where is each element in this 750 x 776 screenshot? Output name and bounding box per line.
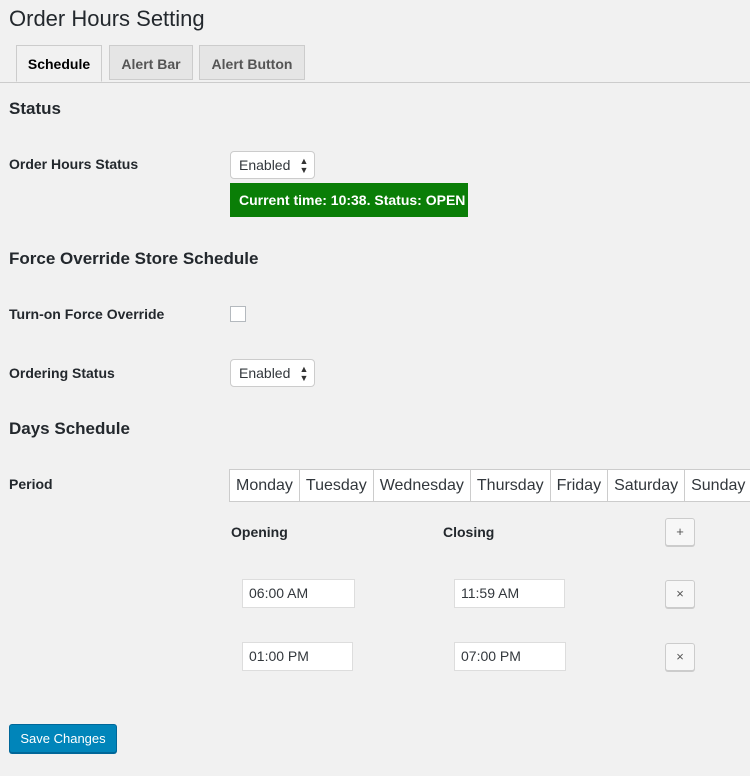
force-override-section-title: Force Override Store Schedule (9, 249, 259, 268)
ordering-status-label: Ordering Status (9, 365, 115, 381)
day-tab-saturday[interactable]: Saturday (607, 470, 684, 501)
tab-schedule[interactable]: Schedule (16, 45, 102, 82)
status-section-title: Status (9, 99, 61, 118)
ordering-status-value: Enabled (239, 365, 291, 381)
select-arrows-icon: ▲ ▼ (299, 364, 309, 383)
opening-column-header: Opening (231, 524, 288, 540)
day-tabs: Monday Tuesday Wednesday Thursday Friday… (229, 469, 750, 502)
closing-time-input[interactable]: 11:59 AM (454, 579, 565, 608)
day-tab-wednesday[interactable]: Wednesday (372, 470, 470, 501)
order-hours-status-select[interactable]: Enabled ▲ ▼ (230, 151, 316, 179)
opening-time-input[interactable]: 01:00 PM (242, 642, 353, 671)
days-schedule-section-title: Days Schedule (9, 419, 130, 438)
force-override-checkbox[interactable] (230, 306, 246, 322)
day-tab-friday[interactable]: Friday (549, 470, 607, 501)
remove-period-button[interactable]: × (665, 580, 695, 608)
force-override-label: Turn-on Force Override (9, 306, 165, 322)
ordering-status-select[interactable]: Enabled ▲ ▼ (230, 359, 316, 387)
order-hours-status-label: Order Hours Status (9, 156, 139, 172)
remove-period-button[interactable]: × (665, 643, 695, 671)
order-hours-status-value: Enabled (239, 157, 291, 173)
closing-column-header: Closing (443, 524, 495, 540)
page-title: Order Hours Setting (9, 6, 205, 31)
opening-time-input[interactable]: 06:00 AM (242, 579, 355, 608)
tab-alert-button[interactable]: Alert Button (199, 45, 305, 80)
closing-time-input[interactable]: 07:00 PM (454, 642, 566, 671)
save-changes-button[interactable]: Save Changes (9, 724, 117, 753)
day-tab-monday[interactable]: Monday (230, 470, 299, 501)
period-label: Period (9, 476, 53, 492)
add-period-button[interactable]: + (665, 518, 695, 546)
current-status-badge: Current time: 10:38. Status: OPEN (230, 183, 468, 217)
select-arrows-icon: ▲ ▼ (299, 156, 309, 175)
day-tab-sunday[interactable]: Sunday (684, 470, 750, 501)
day-tab-tuesday[interactable]: Tuesday (298, 470, 373, 501)
tab-alert-bar[interactable]: Alert Bar (109, 45, 193, 80)
day-tab-thursday[interactable]: Thursday (469, 470, 550, 501)
settings-tabs: Schedule Alert Bar Alert Button (0, 45, 750, 83)
